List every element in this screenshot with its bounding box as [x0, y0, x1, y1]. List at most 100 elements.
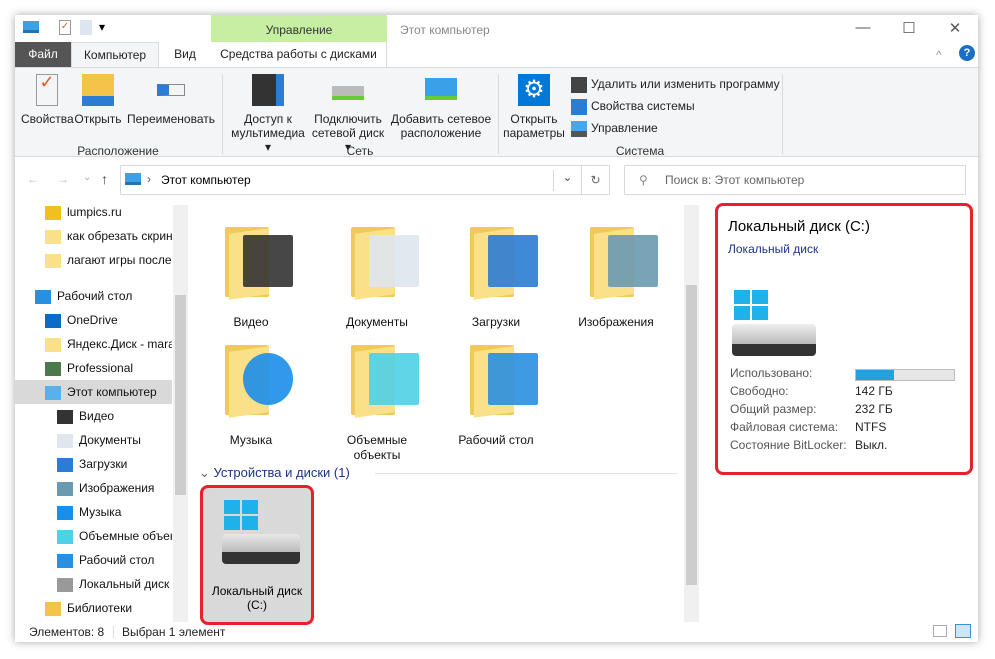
open-folder-icon	[82, 74, 114, 106]
folder-item[interactable]: Рабочий стол	[441, 341, 551, 448]
tab-view[interactable]: Вид	[161, 42, 209, 67]
details-title: Локальный диск (C:)	[728, 218, 870, 235]
nav-item[interactable]: Видео	[15, 404, 172, 428]
folder-icon	[45, 253, 61, 268]
folder-icon	[45, 229, 61, 244]
detail-label: Использовано:	[730, 366, 813, 380]
detail-label: Файловая система:	[730, 420, 839, 434]
nav-item[interactable]: Загрузки	[15, 452, 172, 476]
qa-dropdown[interactable]: ▾	[99, 20, 105, 34]
drive-icon	[57, 577, 73, 592]
folder-item[interactable]: Изображения	[561, 223, 671, 330]
folder-item[interactable]: Музыка	[196, 341, 306, 448]
open-settings-button[interactable]: ⚙ Открыть параметры	[503, 74, 565, 140]
detail-label: Общий размер:	[730, 402, 817, 416]
tab-file[interactable]: Файл	[15, 42, 71, 67]
open-button[interactable]: Открыть	[73, 74, 123, 126]
detail-label: Состояние BitLocker:	[730, 438, 847, 452]
details-subtitle: Локальный диск	[728, 242, 819, 256]
search-icon: ⚲	[639, 173, 648, 187]
folder-icon	[45, 337, 61, 352]
media-access-button[interactable]: Доступ к мультимедиа ▾	[227, 74, 309, 154]
nav-item[interactable]: Локальный диск (	[15, 572, 172, 596]
address-bar[interactable]: › Этот компьютер ⌄	[120, 165, 582, 195]
properties-icon: ✓	[36, 73, 58, 106]
nav-item[interactable]: Изображения	[15, 476, 172, 500]
nav-item[interactable]: Professional	[15, 356, 172, 380]
folders-grid: Видео Документы Загрузки Изображения Музыка О…	[190, 213, 700, 473]
minimize-button[interactable]: —	[853, 19, 873, 39]
maximize-button[interactable]: ☐	[899, 19, 919, 39]
drive-c-item[interactable]: Локальный диск (C:)	[200, 485, 314, 625]
item-count: Элементов: 8	[29, 625, 105, 639]
group-divider	[222, 74, 223, 154]
devices-group-header[interactable]: ⌄ Устройства и диски (1)	[199, 465, 350, 481]
tab-computer[interactable]: Компьютер	[71, 42, 159, 67]
nav-scrollbar[interactable]	[173, 205, 188, 622]
user-icon	[45, 361, 61, 376]
details-view-icon[interactable]	[933, 625, 947, 637]
up-button[interactable]: ↑	[101, 171, 108, 187]
nav-item[interactable]: lumpics.ru	[15, 200, 172, 224]
back-button[interactable]: ←	[27, 172, 39, 186]
network-drive-icon	[332, 86, 364, 100]
desktop-icon	[488, 353, 538, 405]
group-location-label: Расположение	[77, 144, 159, 158]
add-network-location-button[interactable]: Добавить сетевое расположение	[389, 74, 493, 140]
folder-icon	[225, 223, 293, 300]
recent-dropdown[interactable]: ⌄	[83, 172, 91, 183]
help-icon[interactable]: ?	[959, 45, 975, 61]
search-input[interactable]: ⚲ Поиск в: Этот компьютер	[624, 165, 966, 195]
nav-item[interactable]: Объемные объек	[15, 524, 172, 548]
status-divider	[113, 626, 114, 638]
folder-item[interactable]: Загрузки	[441, 223, 551, 330]
map-network-drive-button[interactable]: Подключить сетевой диск ▾	[309, 74, 387, 154]
program-icon	[571, 76, 587, 93]
uninstall-program-button[interactable]: Удалить или изменить программу	[571, 74, 780, 94]
group-network-label: Сеть	[346, 144, 374, 158]
ribbon-tabs: Файл Компьютер Вид Средства работы с дис…	[15, 42, 978, 67]
desktop-icon	[57, 553, 73, 568]
manage-button[interactable]: Управление	[571, 118, 658, 138]
folder-icon	[351, 341, 419, 418]
properties-button[interactable]: ✓ Свойства	[21, 73, 74, 126]
rename-icon	[157, 84, 185, 96]
chevron-down-icon[interactable]: ⌄	[553, 170, 581, 191]
breadcrumb[interactable]: Этот компьютер	[161, 173, 251, 187]
computer-icon	[45, 385, 61, 400]
image-icon	[608, 235, 658, 287]
detail-label: Свободно:	[730, 384, 789, 398]
cube-icon	[369, 353, 419, 405]
collapse-ribbon-icon[interactable]: ^	[936, 48, 942, 62]
nav-item[interactable]: Библиотеки	[15, 596, 172, 620]
nav-item[interactable]: Документы	[15, 428, 172, 452]
new-folder-qa-icon[interactable]	[80, 20, 92, 35]
nav-item[interactable]: как обрезать скрин	[15, 224, 172, 248]
document-icon	[57, 433, 73, 448]
nav-item[interactable]: Рабочий стол	[15, 548, 172, 572]
download-icon	[57, 457, 73, 472]
system-properties-button[interactable]: Свойства системы	[571, 96, 695, 116]
refresh-button[interactable]: ↻	[582, 165, 610, 195]
nav-item[interactable]: лагают игры после	[15, 248, 172, 272]
folder-item[interactable]: Объемные объекты	[322, 341, 432, 463]
drive-icon	[214, 494, 300, 578]
tab-disk-tools[interactable]: Средства работы с дисками	[211, 42, 387, 67]
forward-button[interactable]: →	[57, 172, 69, 186]
large-icons-view-icon[interactable]	[955, 624, 971, 638]
folder-icon	[470, 341, 538, 418]
nav-item[interactable]: Рабочий стол	[15, 284, 172, 308]
rename-button[interactable]: Переименовать	[125, 74, 217, 126]
ribbon: ✓ Свойства Открыть Переименовать Располож…	[15, 67, 978, 158]
folder-item[interactable]: Документы	[322, 223, 432, 330]
content-scrollbar[interactable]	[684, 205, 699, 622]
properties-qa-icon[interactable]: ✓	[59, 20, 71, 35]
library-icon	[45, 601, 61, 616]
close-button[interactable]: ✕	[945, 19, 965, 39]
cloud-icon	[45, 313, 61, 328]
nav-item[interactable]: Музыка	[15, 500, 172, 524]
folder-item[interactable]: Видео	[196, 223, 306, 330]
nav-item[interactable]: Этот компьютер	[15, 380, 172, 404]
nav-item[interactable]: Яндекс.Диск - mara	[15, 332, 172, 356]
nav-item[interactable]: OneDrive	[15, 308, 172, 332]
